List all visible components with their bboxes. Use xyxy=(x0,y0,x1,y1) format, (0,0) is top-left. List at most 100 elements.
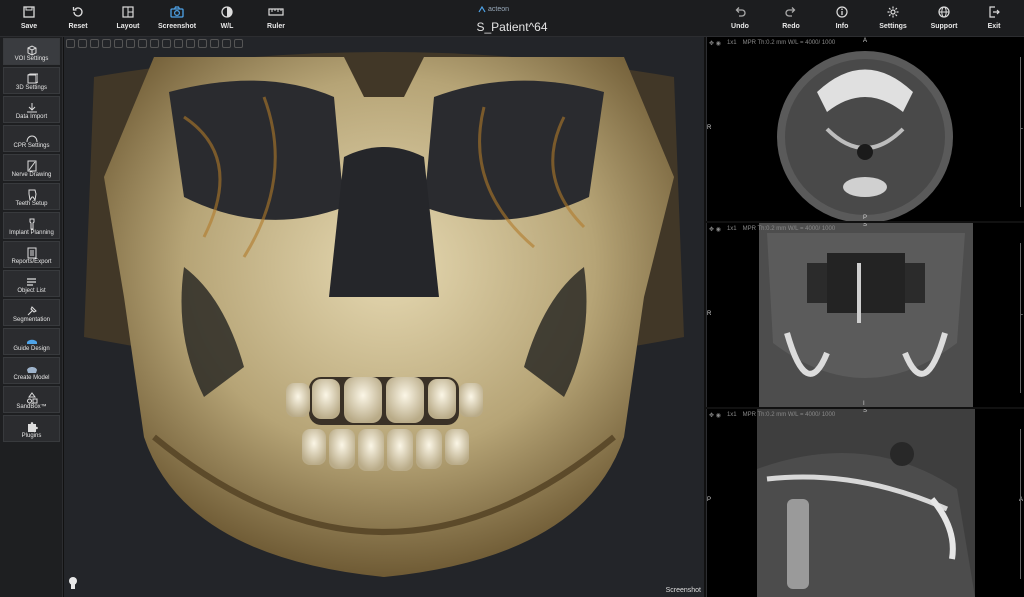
undo-button[interactable]: Undo xyxy=(713,0,767,36)
redo-icon xyxy=(784,2,798,22)
sidebar-item-create-model[interactable]: Create Model xyxy=(3,357,60,384)
cube-settings-icon xyxy=(26,72,38,85)
sidebar-item-label: Object List xyxy=(17,288,46,294)
mpr-header: ✥ ◉ 1x1 MPR Th:0.2 mm W/L = 4000/ 1000 xyxy=(709,412,835,419)
save-icon xyxy=(22,2,36,22)
brand-name: acteon xyxy=(488,6,510,13)
curve-icon[interactable] xyxy=(222,39,231,48)
settings-label: Settings xyxy=(879,23,907,30)
sidebar-item-label: Data Import xyxy=(15,114,48,120)
screenshot-overlay-label: Screenshot xyxy=(665,587,701,594)
puzzle-icon xyxy=(26,420,38,433)
brush-icon[interactable] xyxy=(198,39,207,48)
tools-sidebar: VOI Settings 3D Settings Data Import CPR… xyxy=(0,37,63,597)
rotate-icon[interactable] xyxy=(78,39,87,48)
model-icon xyxy=(26,362,38,375)
patient-title: S_Patient^64 xyxy=(476,20,548,34)
screenshot-button[interactable]: Screenshot xyxy=(150,0,204,36)
sidebar-item-label: Reports/Export xyxy=(11,259,52,265)
mpr-sagittal-view[interactable]: ✥ ◉ 1x1 MPR Th:0.2 mm W/L = 4000/ 1000 P… xyxy=(706,409,1024,597)
support-button[interactable]: Support xyxy=(917,0,971,36)
sidebar-item-nerve-drawing[interactable]: Nerve Drawing xyxy=(3,154,60,181)
slice-scrollbar[interactable] xyxy=(1020,57,1021,207)
view-icon[interactable] xyxy=(114,39,123,48)
move-icon[interactable] xyxy=(66,39,75,48)
view-tools-icon[interactable]: ✥ ◉ xyxy=(709,226,721,233)
sidebar-item-voi-settings[interactable]: VOI Settings xyxy=(3,38,60,65)
clip-icon[interactable] xyxy=(102,39,111,48)
coronal-slice-image xyxy=(759,223,973,407)
sidebar-item-label: Segmentation xyxy=(12,317,51,323)
sidebar-item-teeth-setup[interactable]: Teeth Setup xyxy=(3,183,60,210)
info-label: Info xyxy=(835,23,849,30)
orientation-top: S xyxy=(863,409,868,414)
layout-indicator: 1x1 xyxy=(726,226,737,232)
sidebar-item-implant-planning[interactable]: Implant Planning xyxy=(3,212,60,239)
implant-view-icon[interactable] xyxy=(150,39,159,48)
sidebar-item-sandbox[interactable]: SandBox™ xyxy=(3,386,60,413)
nerve-icon xyxy=(26,159,38,172)
sidebar-item-object-list[interactable]: Object List xyxy=(3,270,60,297)
arch-icon xyxy=(26,130,38,143)
reset-icon xyxy=(71,2,85,22)
tag-icon[interactable] xyxy=(162,39,171,48)
exit-button[interactable]: Exit xyxy=(967,0,1021,36)
ruler-button[interactable]: Ruler xyxy=(249,0,303,36)
globe-icon xyxy=(937,2,951,22)
acteon-logo-icon xyxy=(478,6,486,13)
3d-volume-view[interactable]: Screenshot xyxy=(64,37,704,597)
settings-button[interactable]: Settings xyxy=(866,0,920,36)
contrast-icon xyxy=(220,2,234,22)
camera-icon xyxy=(169,2,185,22)
save-label: Save xyxy=(20,23,38,30)
shapes-icon xyxy=(26,391,38,404)
sidebar-item-segmentation[interactable]: Segmentation xyxy=(3,299,60,326)
orientation-top: S xyxy=(863,223,868,228)
info-icon xyxy=(835,2,849,22)
orientation-icon[interactable] xyxy=(90,39,99,48)
mpr-axial-view[interactable]: ✥ ◉ 1x1 MPR Th:0.2 mm W/L = 4000/ 1000 R… xyxy=(706,37,1024,221)
download-icon xyxy=(26,101,38,114)
mpr-coronal-view[interactable]: ✥ ◉ 1x1 MPR Th:0.2 mm W/L = 4000/ 1000 R… xyxy=(706,223,1024,407)
support-label: Support xyxy=(930,23,958,30)
sidebar-item-label: Guide Design xyxy=(13,346,50,352)
orientation-head-icon[interactable] xyxy=(68,576,78,595)
nerve-view-icon[interactable] xyxy=(186,39,195,48)
sidebar-item-3d-settings[interactable]: 3D Settings xyxy=(3,67,60,94)
sidebar-item-plugins[interactable]: Plugins xyxy=(3,415,60,442)
cube-icon xyxy=(26,43,38,56)
axial-slice-image xyxy=(777,51,953,221)
sidebar-item-label: Plugins xyxy=(21,433,42,439)
exit-icon xyxy=(987,2,1001,22)
sidebar-item-guide-design[interactable]: Guide Design xyxy=(3,328,60,355)
sidebar-item-cpr-settings[interactable]: CPR Settings xyxy=(3,125,60,152)
redo-label: Redo xyxy=(782,23,800,30)
orientation-bottom: P xyxy=(863,215,868,221)
crop-icon[interactable] xyxy=(126,39,135,48)
sidebar-item-label: VOI Settings xyxy=(14,56,49,62)
sidebar-item-label: Create Model xyxy=(13,375,50,381)
reset-button[interactable]: Reset xyxy=(51,0,105,36)
ruler-icon xyxy=(268,2,284,22)
slice-scrollbar[interactable] xyxy=(1020,243,1021,393)
tooth-view-icon[interactable] xyxy=(138,39,147,48)
grid-icon[interactable] xyxy=(234,39,243,48)
sidebar-item-data-import[interactable]: Data Import xyxy=(3,96,60,123)
wl-button[interactable]: W/L xyxy=(200,0,254,36)
slice-scrollbar[interactable] xyxy=(1020,429,1021,579)
save-button[interactable]: Save xyxy=(2,0,56,36)
mpr-header: ✥ ◉ 1x1 MPR Th:0.2 mm W/L = 4000/ 1000 xyxy=(709,226,835,233)
brand-logo: acteon xyxy=(478,6,509,13)
orientation-bottom: I xyxy=(863,401,865,407)
layout-button[interactable]: Layout xyxy=(101,0,155,36)
panel-icon[interactable] xyxy=(174,39,183,48)
report-icon xyxy=(26,246,38,259)
pen-icon[interactable] xyxy=(210,39,219,48)
sidebar-item-reports-export[interactable]: Reports/Export xyxy=(3,241,60,268)
info-button[interactable]: Info xyxy=(815,0,869,36)
mpr-info: MPR Th:0.2 mm W/L = 4000/ 1000 xyxy=(742,412,836,418)
view-tools-icon[interactable]: ✥ ◉ xyxy=(709,40,721,47)
redo-button[interactable]: Redo xyxy=(764,0,818,36)
skull-render xyxy=(84,52,684,577)
view-tools-icon[interactable]: ✥ ◉ xyxy=(709,412,721,419)
